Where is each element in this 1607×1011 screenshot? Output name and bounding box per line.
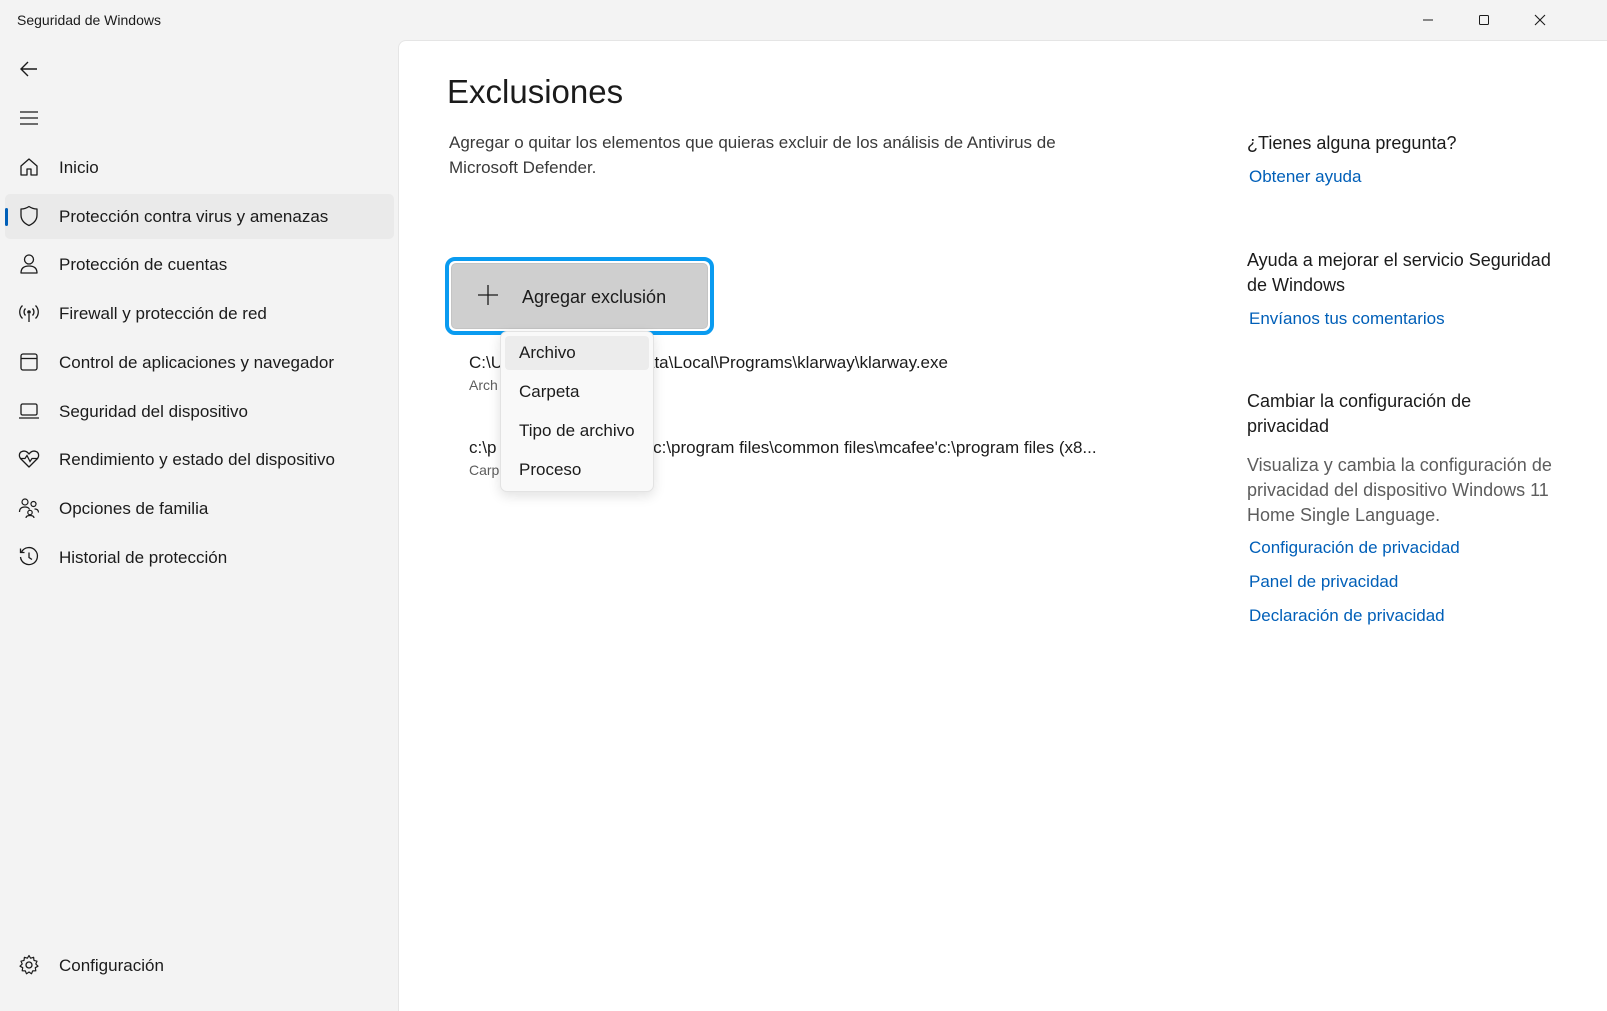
menu-item-tipo-de-archivo[interactable]: Tipo de archivo: [505, 414, 649, 448]
person-icon: [18, 253, 40, 275]
heart-pulse-icon: [18, 448, 40, 470]
sidebar-item-settings[interactable]: Configuración: [5, 943, 394, 988]
sidebar-item-label: Firewall y protección de red: [59, 304, 267, 323]
privacy-heading: Cambiar la configuración de privacidad: [1247, 391, 1472, 436]
sidebar-item-label: Rendimiento y estado del dispositivo: [59, 450, 335, 469]
wireless-icon: [18, 302, 40, 324]
page-title: Exclusiones: [447, 73, 624, 110]
sidebar-item-device-performance[interactable]: Rendimiento y estado del dispositivo: [5, 437, 394, 482]
plus-icon: [478, 285, 498, 305]
maximize-icon: [1479, 15, 1489, 25]
close-button[interactable]: [1512, 0, 1568, 40]
title-bar: Seguridad de Windows: [0, 0, 1607, 40]
sidebar-item-label: Control de aplicaciones y navegador: [59, 353, 335, 372]
privacy-settings-link[interactable]: Configuración de privacidad: [1249, 538, 1460, 558]
menu-item-archivo[interactable]: Archivo: [505, 336, 649, 370]
sidebar-item-app-browser-control[interactable]: Control de aplicaciones y navegador: [5, 340, 394, 385]
sidebar-item-firewall[interactable]: Firewall y protección de red: [5, 291, 394, 336]
exclusion-type-menu: Archivo Carpeta Tipo de archivo Proceso: [500, 331, 654, 492]
main-content: Exclusiones Agregar o quitar los element…: [398, 40, 1607, 1011]
menu-item-carpeta[interactable]: Carpeta: [505, 375, 649, 409]
hamburger-icon: [20, 111, 38, 125]
sidebar-item-label: Opciones de familia: [59, 499, 209, 518]
shield-icon: [18, 205, 40, 227]
sidebar-item-protection-history[interactable]: Historial de protección: [5, 535, 394, 580]
laptop-icon: [18, 400, 40, 422]
improve-heading: Ayuda a mejorar el servicio Seguridad de…: [1247, 250, 1551, 295]
sidebar-item-family-options[interactable]: Opciones de familia: [5, 486, 394, 531]
minimize-icon: [1423, 19, 1433, 21]
privacy-dashboard-link[interactable]: Panel de privacidad: [1249, 572, 1398, 592]
sidebar-item-label: Inicio: [59, 158, 99, 177]
menu-item-proceso[interactable]: Proceso: [505, 453, 649, 487]
sidebar-item-virus-protection[interactable]: Protección contra virus y amenazas: [5, 194, 394, 239]
sidebar-item-inicio[interactable]: Inicio: [5, 145, 394, 190]
maximize-button[interactable]: [1456, 0, 1512, 40]
question-heading: ¿Tienes alguna pregunta?: [1247, 133, 1457, 153]
selection-indicator: [5, 208, 8, 226]
feedback-link[interactable]: Envíanos tus comentarios: [1249, 309, 1445, 329]
sidebar-item-account-protection[interactable]: Protección de cuentas: [5, 242, 394, 287]
add-exclusion-label: Agregar exclusión: [522, 287, 667, 307]
sidebar-item-device-security[interactable]: Seguridad del dispositivo: [5, 389, 394, 434]
gear-icon: [18, 954, 40, 976]
sidebar-item-label: Historial de protección: [59, 548, 228, 567]
back-arrow-icon: [20, 61, 37, 77]
family-icon: [18, 497, 40, 519]
sidebar-item-label: Protección de cuentas: [59, 255, 228, 274]
history-icon: [18, 546, 40, 568]
home-icon: [18, 156, 40, 178]
sidebar: Inicio Protección contra virus y amenaza…: [0, 40, 398, 1011]
privacy-statement-link[interactable]: Declaración de privacidad: [1249, 606, 1445, 626]
close-icon: [1534, 14, 1546, 26]
sidebar-item-label: Configuración: [59, 956, 164, 975]
menu-button[interactable]: [8, 99, 50, 137]
app-title: Seguridad de Windows: [17, 12, 161, 28]
minimize-button[interactable]: [1400, 0, 1456, 40]
add-exclusion-button[interactable]: Agregar exclusión: [451, 263, 708, 329]
back-button[interactable]: [8, 50, 50, 88]
browser-window-icon: [18, 351, 40, 373]
get-help-link[interactable]: Obtener ayuda: [1249, 167, 1361, 187]
sidebar-item-label: Protección contra virus y amenazas: [59, 207, 329, 226]
sidebar-item-label: Seguridad del dispositivo: [59, 402, 249, 421]
privacy-description: Visualiza y cambia la configuración de p…: [1247, 455, 1552, 525]
page-description: Agregar o quitar los elementos que quier…: [449, 133, 1056, 177]
